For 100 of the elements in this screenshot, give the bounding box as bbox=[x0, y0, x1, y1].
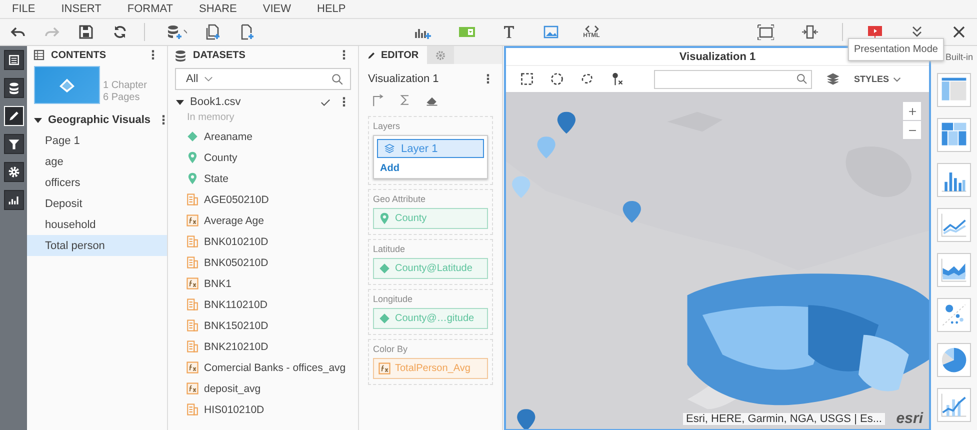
image-icon bbox=[543, 24, 560, 40]
circle-select-icon bbox=[550, 71, 564, 87]
zone-label: Longitude bbox=[373, 294, 414, 306]
dataset-field[interactable]: State bbox=[168, 168, 358, 189]
contents-icon bbox=[6, 53, 20, 67]
visualization-type-button[interactable] bbox=[937, 253, 971, 287]
more-button[interactable]: ⋮ bbox=[336, 49, 352, 61]
presentation-icon bbox=[867, 24, 884, 40]
copy-add-icon bbox=[205, 24, 221, 40]
visualization-type-button[interactable] bbox=[937, 343, 971, 377]
zoom-in-button[interactable] bbox=[903, 102, 921, 120]
rail-button[interactable] bbox=[4, 162, 24, 182]
page-item[interactable]: officers bbox=[27, 172, 167, 193]
filter-icon bbox=[6, 137, 20, 151]
gear-icon bbox=[434, 50, 446, 60]
styles-button[interactable]: STYLES bbox=[854, 74, 901, 84]
editor-tab[interactable]: EDITOR bbox=[359, 46, 427, 64]
menu-item[interactable]: FILE bbox=[0, 3, 50, 15]
formula-icon bbox=[186, 361, 199, 374]
dataset-field[interactable]: BNK010210D bbox=[168, 231, 358, 252]
zoom-out-button[interactable] bbox=[903, 121, 921, 139]
visualization-type-button[interactable] bbox=[937, 118, 971, 152]
dataset-field[interactable]: BNK210210D bbox=[168, 336, 358, 357]
dataset-field[interactable]: deposit_avg bbox=[168, 378, 358, 399]
gallery-title: Built-in bbox=[945, 52, 974, 62]
panel-title: CONTENTS bbox=[51, 50, 107, 60]
menu-item[interactable]: SHARE bbox=[187, 3, 251, 15]
pie-chart-icon bbox=[939, 345, 969, 375]
map-search-field[interactable] bbox=[654, 70, 812, 88]
rail-button[interactable] bbox=[4, 78, 24, 98]
rail-button[interactable] bbox=[4, 134, 24, 154]
page-count: 6 Pages bbox=[103, 92, 141, 104]
dataset-field[interactable]: BNK150210D bbox=[168, 315, 358, 336]
add-link[interactable]: Add bbox=[377, 158, 402, 175]
page-item[interactable]: Total person bbox=[27, 235, 167, 256]
dataset-field[interactable]: BNK1 bbox=[168, 273, 358, 294]
rail-button[interactable] bbox=[4, 50, 24, 70]
more-button[interactable]: ⋮ bbox=[336, 96, 352, 108]
search-icon bbox=[331, 72, 344, 86]
pencil-icon bbox=[367, 50, 377, 60]
metric-icon bbox=[186, 235, 199, 248]
settings-icon bbox=[6, 165, 20, 179]
menu-item[interactable]: INSERT bbox=[49, 3, 116, 15]
dataset-name[interactable]: Book1.csv bbox=[190, 96, 315, 108]
diamond-icon bbox=[378, 312, 391, 325]
metric-icon bbox=[186, 193, 199, 206]
map-logo: esri bbox=[896, 410, 923, 427]
chapter-thumbnail[interactable] bbox=[34, 66, 100, 104]
layers-icon bbox=[826, 71, 840, 87]
page-item[interactable]: age bbox=[27, 151, 167, 172]
dataset-field[interactable]: AGE050210D bbox=[168, 189, 358, 210]
visualization-type-button[interactable] bbox=[937, 388, 971, 422]
rail-button[interactable] bbox=[4, 190, 24, 210]
dataset-field[interactable]: County bbox=[168, 147, 358, 168]
rectangle-select-icon bbox=[520, 71, 534, 87]
layers-icon bbox=[384, 143, 395, 154]
menu-item[interactable]: VIEW bbox=[250, 3, 306, 15]
tooltip: Presentation Mode bbox=[848, 38, 944, 61]
dataset-field[interactable]: Comercial Banks - offices_avg bbox=[168, 357, 358, 378]
dataset-status: In memory bbox=[186, 112, 236, 125]
contents-icon bbox=[33, 49, 45, 61]
search-icon bbox=[796, 73, 808, 85]
close-icon bbox=[951, 24, 968, 40]
page-item[interactable]: household bbox=[27, 214, 167, 235]
code-icon bbox=[584, 25, 600, 33]
dataset-field[interactable]: HIS010210D bbox=[168, 399, 358, 420]
menu-item[interactable]: HELP bbox=[305, 3, 360, 15]
fit-screen-icon bbox=[756, 24, 774, 40]
zone-label: Geo Attribute bbox=[373, 194, 427, 206]
visualization-type-button[interactable] bbox=[937, 208, 971, 242]
dataset-field[interactable]: BNK050210D bbox=[168, 252, 358, 273]
formula-icon bbox=[378, 362, 391, 375]
caret-down-icon[interactable] bbox=[175, 97, 185, 107]
chapter-count: 1 Chapter bbox=[103, 80, 147, 92]
formula-icon bbox=[186, 382, 199, 395]
menu-item[interactable]: FORMAT bbox=[115, 3, 187, 15]
pin-icon bbox=[186, 172, 199, 185]
caret-down-icon[interactable] bbox=[33, 115, 43, 125]
metric-icon bbox=[186, 298, 199, 311]
page-item[interactable]: Page 1 bbox=[27, 130, 167, 151]
clear-pin-icon bbox=[610, 71, 624, 87]
dataset-field[interactable]: BNK110210D bbox=[168, 294, 358, 315]
dataset-field[interactable]: Areaname bbox=[168, 126, 358, 147]
visualization-type-button[interactable] bbox=[937, 73, 971, 107]
check-icon bbox=[320, 96, 331, 108]
visualization-type-button[interactable] bbox=[937, 163, 971, 197]
zone-label: Layers bbox=[373, 121, 402, 133]
dataset-filter[interactable]: All bbox=[175, 68, 351, 90]
metric-icon bbox=[186, 256, 199, 269]
dataset-field[interactable]: Average Age bbox=[168, 210, 358, 231]
page-item[interactable]: Deposit bbox=[27, 193, 167, 214]
resize-icon bbox=[800, 24, 818, 40]
chapter-title[interactable]: Geographic Visuals bbox=[48, 114, 151, 126]
more-button[interactable]: ⋮ bbox=[480, 73, 496, 85]
visualization-type-button[interactable] bbox=[937, 298, 971, 332]
pin-icon bbox=[186, 151, 199, 164]
formula-icon bbox=[186, 277, 199, 290]
metric-icon bbox=[186, 403, 199, 416]
more-button[interactable]: ⋮ bbox=[156, 114, 172, 126]
more-button[interactable]: ⋮ bbox=[145, 49, 161, 61]
